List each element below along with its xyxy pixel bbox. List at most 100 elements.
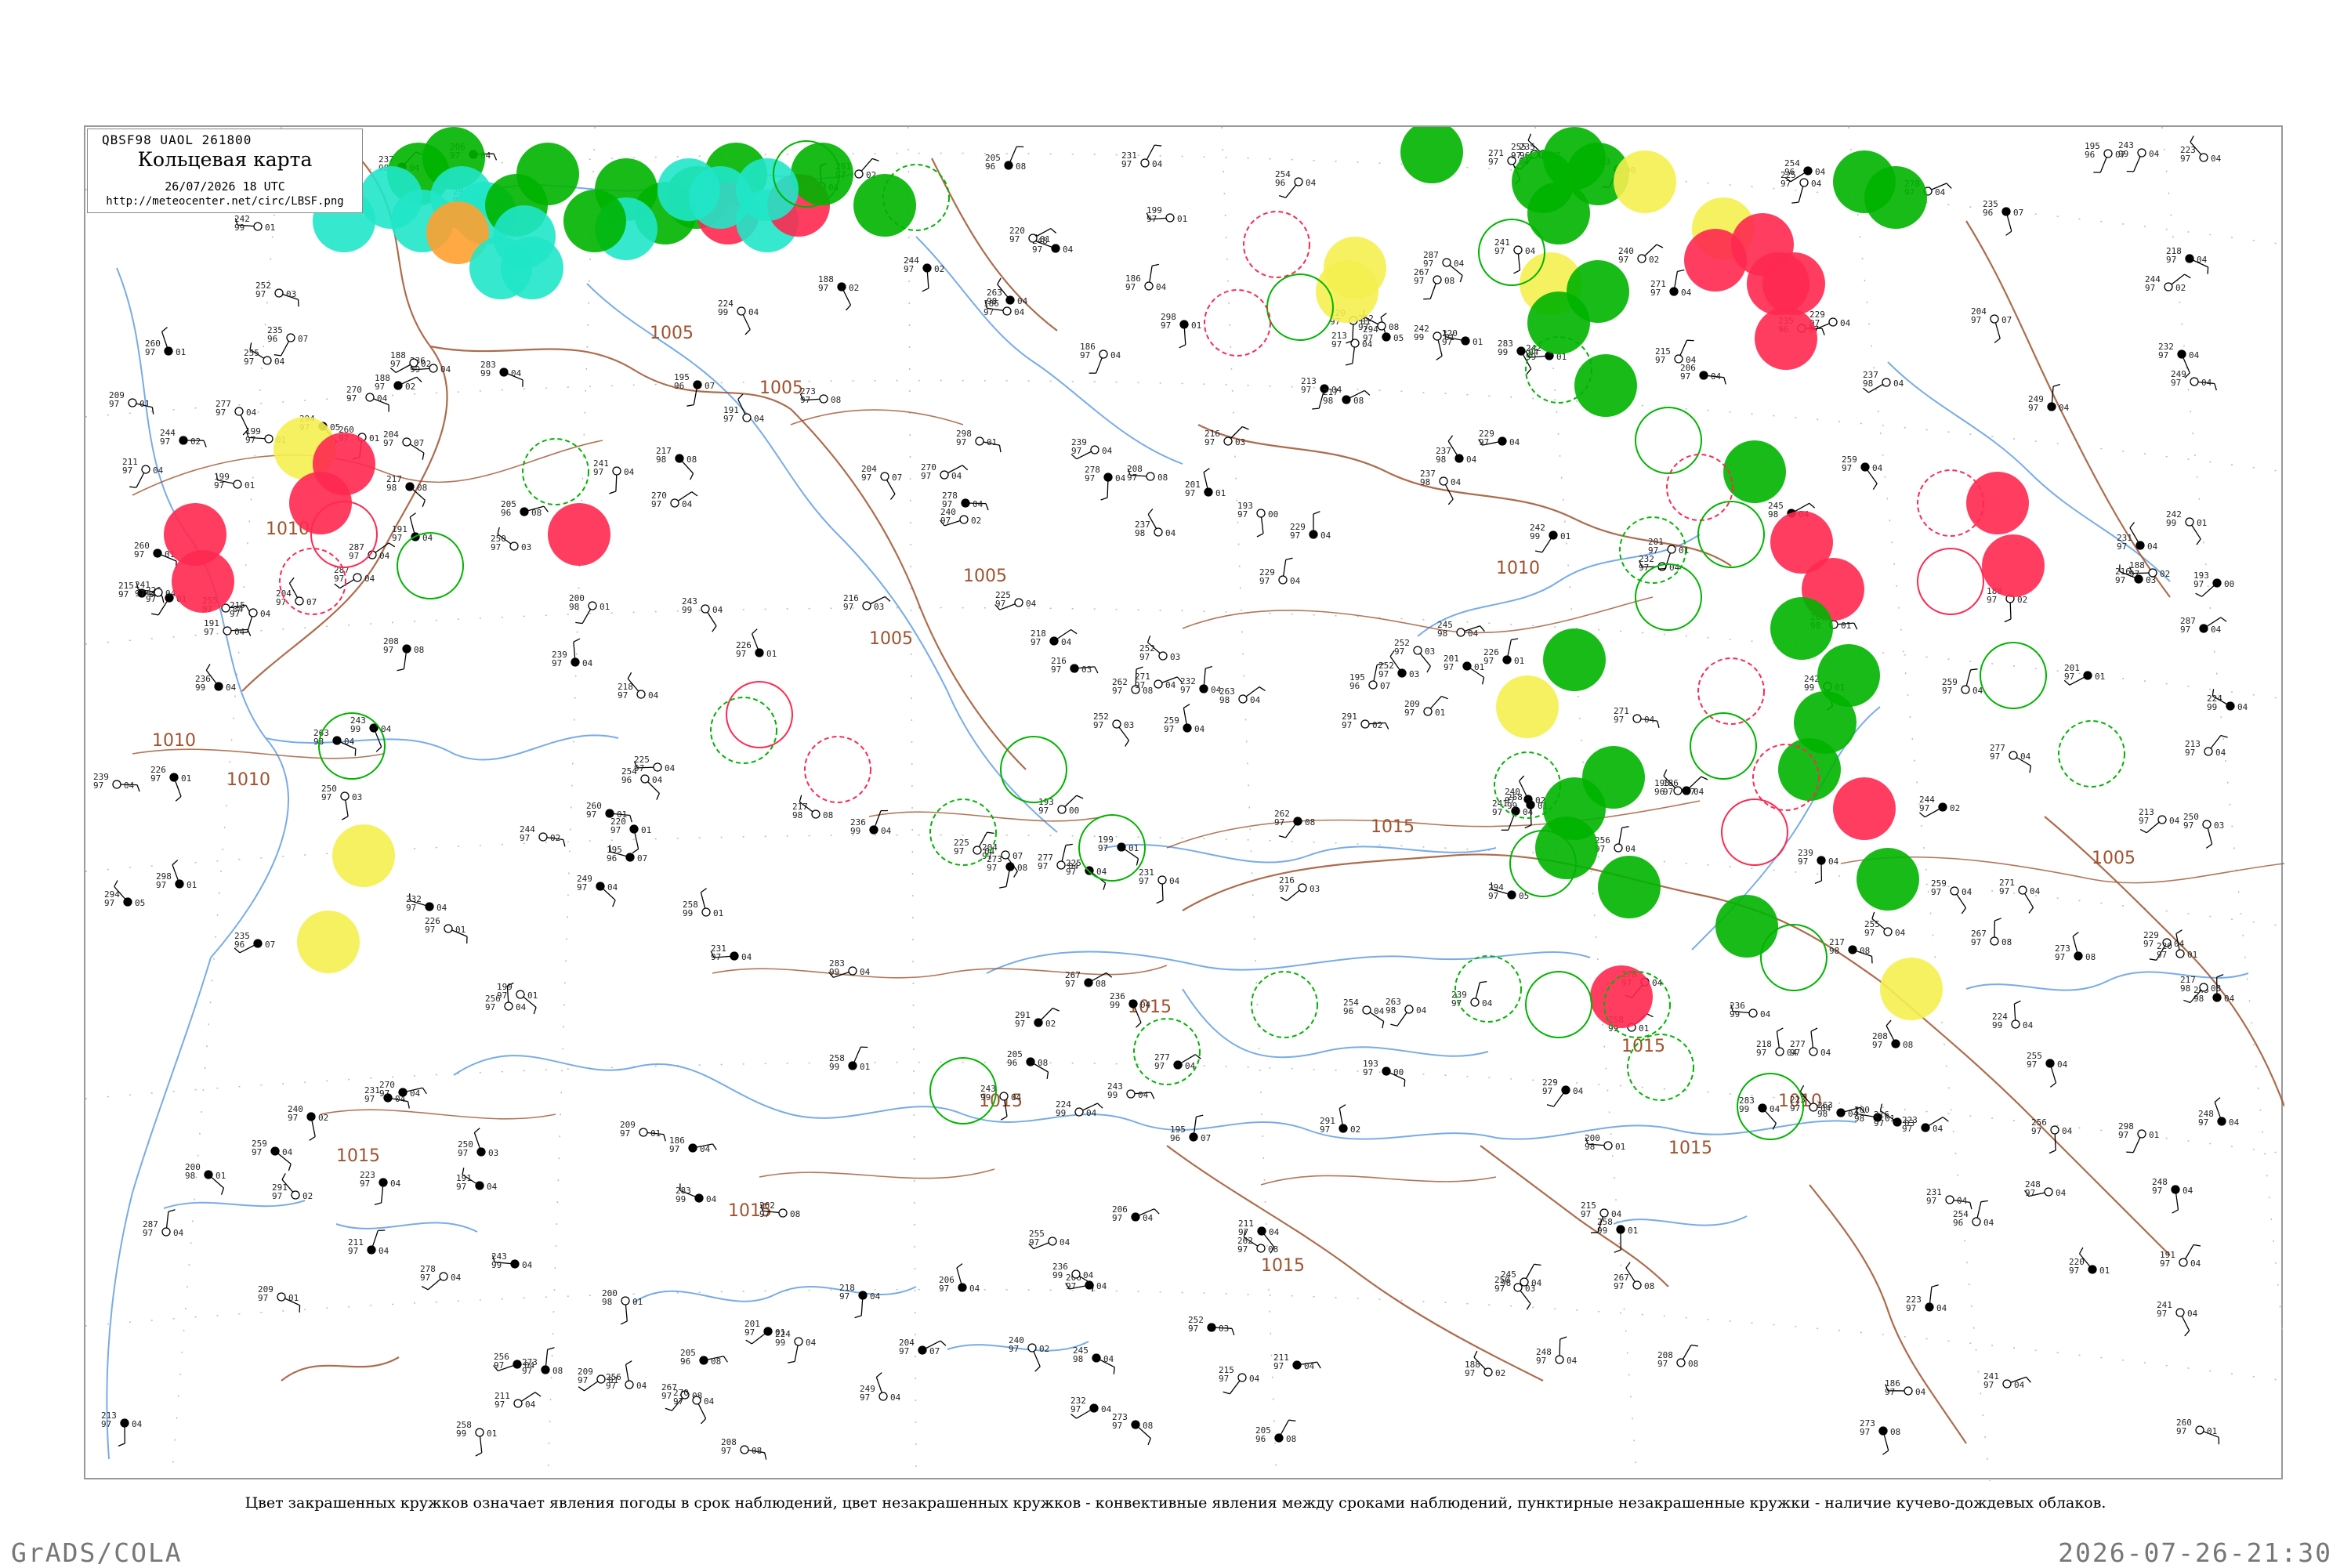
station-cover: 04 — [1416, 1005, 1427, 1016]
station-pressure: 97 — [2028, 403, 2038, 413]
station-cover: 04 — [1466, 454, 1477, 465]
station-cover: 08 — [711, 1356, 721, 1367]
station-cover: 07 — [1201, 1133, 1211, 1143]
cloud-cover-icon — [254, 940, 262, 947]
station-pressure: 96 — [674, 381, 684, 391]
station-cover: 03 — [1235, 437, 1245, 447]
station-cover: 04 — [1936, 1303, 1947, 1313]
wind-feather-icon — [1312, 408, 1319, 409]
station-pressure: 97 — [1494, 246, 1505, 256]
station-plot: 2589901 — [829, 1047, 870, 1072]
station-pressure: 97 — [2117, 541, 2127, 552]
station-cover: 01 — [1514, 656, 1524, 666]
station-cover: 01 — [2207, 1426, 2217, 1436]
wind-feather-icon — [752, 629, 758, 634]
station-pressure: 96 — [267, 334, 277, 344]
station-pressure: 96 — [1275, 178, 1285, 188]
wind-feather-icon — [609, 491, 616, 494]
wind-feather-icon — [1520, 776, 1524, 781]
cloud-cover-icon — [1455, 454, 1463, 462]
station-plot: 2399704 — [93, 772, 139, 791]
wind-feather-icon — [152, 407, 153, 415]
cloud-cover-icon — [863, 602, 871, 610]
station-pressure: 97 — [104, 898, 114, 908]
wind-feather-icon — [1646, 1014, 1653, 1017]
station-cover: 07 — [414, 438, 424, 448]
station-cover: 00 — [1268, 509, 1278, 520]
station-cover: 04 — [2169, 816, 2180, 826]
wind-feather-icon — [2005, 619, 2011, 622]
station-plot: 2299704 — [1542, 1077, 1584, 1106]
station-cover: 04 — [2147, 541, 2158, 552]
station-pressure: 97 — [800, 395, 810, 405]
wind-feather-icon — [665, 1408, 672, 1410]
station-cover: 04 — [1840, 318, 1851, 328]
thunderstorm-outline-circle-icon — [523, 439, 589, 505]
station-pressure: 97 — [1065, 979, 1075, 989]
wind-feather-icon — [1125, 741, 1129, 747]
station-plot: 2529703 — [1188, 1315, 1234, 1335]
wind-feather-icon — [998, 278, 1001, 284]
wind-feather-icon — [1658, 569, 1665, 570]
station-plot: 1919704 — [456, 1168, 498, 1192]
station-cover: 01 — [1560, 531, 1570, 541]
cloud-cover-icon — [1604, 1142, 1612, 1150]
station-cover: 03 — [2214, 820, 2224, 831]
station-pressure: 97 — [759, 1209, 770, 1219]
station-plot: 2209701 — [2069, 1248, 2110, 1276]
station-cover: 04 — [124, 780, 135, 791]
cloud-cover-icon — [277, 1293, 285, 1301]
station-cover: 07 — [637, 853, 647, 864]
wind-feather-icon — [389, 543, 395, 547]
cloud-cover-icon — [539, 833, 547, 841]
wind-feather-icon — [1614, 1250, 1621, 1252]
shower-outline-circle-icon — [1722, 799, 1788, 865]
station-cover: 04 — [2014, 1380, 2025, 1390]
station-pressure: 99 — [1110, 1000, 1120, 1010]
station-pressure: 97 — [334, 574, 344, 584]
station-pressure: 97 — [1842, 463, 1852, 473]
shower-circle-icon — [289, 472, 352, 534]
station-cover: 07 — [306, 597, 317, 607]
station-cover: 08 — [686, 454, 697, 465]
cloud-cover-icon — [1363, 1006, 1371, 1014]
station-pressure: 97 — [1038, 806, 1049, 816]
wind-feather-icon — [1427, 666, 1431, 672]
station-cover: 04 — [1269, 1227, 1280, 1237]
cloud-cover-icon — [820, 395, 828, 403]
cloud-cover-icon — [2136, 541, 2144, 549]
station-plot: 2449702 — [160, 428, 206, 447]
isobar-label: 1010 — [226, 770, 270, 790]
cloud-cover-icon — [287, 334, 295, 342]
cloud-cover-icon — [1147, 473, 1154, 480]
station-pressure: 97 — [651, 499, 661, 509]
station-cover: 04 — [1933, 1124, 1943, 1134]
map-source-url[interactable]: http://meteocenter.net/circ/LBSF.png — [88, 195, 362, 208]
station-cover: 08 — [531, 508, 542, 518]
station-cover: 01 — [2099, 1266, 2110, 1276]
station-cover: 04 — [1304, 1361, 1315, 1371]
station-cover: 04 — [1290, 576, 1301, 586]
station-pressure: 97 — [276, 597, 286, 607]
wind-feather-icon — [1077, 795, 1083, 798]
cloud-cover-icon — [505, 1002, 513, 1010]
station-cover: 04 — [1306, 178, 1317, 188]
wind-feather-icon — [613, 900, 615, 907]
station-pressure: 97 — [216, 407, 226, 418]
shower-circle-icon — [1982, 534, 2045, 597]
station-plot: 2419704 — [1983, 1371, 2030, 1390]
station-pressure: 99 — [1530, 531, 1540, 541]
station-cover: 02 — [1350, 1124, 1360, 1135]
wind-feather-icon — [2050, 1083, 2056, 1088]
station-cover: 08 — [1903, 1040, 1913, 1050]
cloud-cover-icon — [1113, 720, 1121, 728]
isobar-label: 1005 — [650, 324, 694, 343]
cloud-cover-icon — [1457, 628, 1465, 636]
station-pressure: 99 — [829, 967, 839, 977]
station-pressure: 97 — [1942, 686, 1952, 696]
wind-feather-icon — [987, 832, 994, 833]
station-cover: 01 — [139, 399, 150, 409]
station-cover: 04 — [173, 1228, 184, 1238]
cloud-cover-icon — [1028, 1344, 1036, 1352]
station-cover: 01 — [1474, 662, 1484, 672]
